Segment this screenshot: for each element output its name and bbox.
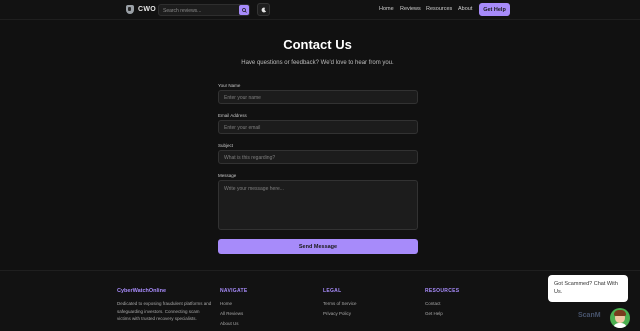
footer-legal-heading: LEGAL: [323, 288, 342, 294]
footer-description: Dedicated to exposing fraudulent platfor…: [117, 301, 212, 321]
watermark-text: ScanM: [578, 312, 601, 319]
footer-link-privacy[interactable]: Privacy Policy: [323, 311, 351, 316]
subject-input[interactable]: [224, 155, 414, 161]
theme-toggle-button[interactable]: [257, 3, 270, 16]
email-label: Email Address: [218, 113, 247, 118]
send-message-button[interactable]: Send Message: [218, 239, 418, 254]
message-textarea[interactable]: [224, 186, 414, 226]
logo-text: CWO: [138, 6, 157, 13]
search-button[interactable]: [239, 5, 249, 15]
footer-link-home[interactable]: Home: [220, 301, 232, 306]
name-label: Your Name: [218, 83, 241, 88]
footer-link-about-us[interactable]: About Us: [220, 321, 239, 326]
footer-resources-heading: RESOURCES: [425, 288, 460, 294]
subject-field: [218, 150, 418, 164]
footer-link-get-help[interactable]: Get Help: [425, 311, 443, 316]
nav-home[interactable]: Home: [379, 6, 394, 12]
page-subtitle: Have questions or feedback? We'd love to…: [241, 60, 394, 66]
chat-bubble[interactable]: Got Scammed? Chat With Us.: [548, 275, 628, 302]
chat-avatar[interactable]: [610, 308, 630, 328]
moon-icon: [261, 7, 266, 12]
page-title: Contact Us: [283, 37, 352, 52]
search-box: [158, 4, 250, 16]
nav-about[interactable]: About: [458, 6, 472, 12]
footer-brand: CyberWatchOnline: [117, 288, 166, 294]
footer-link-terms[interactable]: Terms of Service: [323, 301, 357, 306]
shield-icon: [126, 5, 134, 14]
message-field: [218, 180, 418, 230]
email-field: [218, 120, 418, 134]
nav-resources[interactable]: Resources: [426, 6, 452, 12]
name-field: [218, 90, 418, 104]
name-input[interactable]: [224, 95, 414, 101]
subject-label: Subject: [218, 143, 234, 148]
search-input[interactable]: [163, 6, 237, 15]
logo[interactable]: CWO: [126, 5, 156, 14]
footer-navigate-heading: NAVIGATE: [220, 288, 248, 294]
email-input[interactable]: [224, 125, 414, 131]
top-navbar: CWO Home Reviews Resources About Get Hel…: [0, 0, 640, 20]
footer-link-contact[interactable]: Contact: [425, 301, 441, 306]
footer: CyberWatchOnline Dedicated to exposing f…: [0, 270, 640, 331]
avatar-shirt: [613, 323, 627, 328]
search-icon: [241, 7, 247, 13]
get-help-button[interactable]: Get Help: [479, 3, 510, 16]
avatar-hair: [614, 310, 626, 316]
message-label: Message: [218, 173, 237, 178]
footer-link-all-reviews[interactable]: All Reviews: [220, 311, 243, 316]
nav-reviews[interactable]: Reviews: [400, 6, 421, 12]
